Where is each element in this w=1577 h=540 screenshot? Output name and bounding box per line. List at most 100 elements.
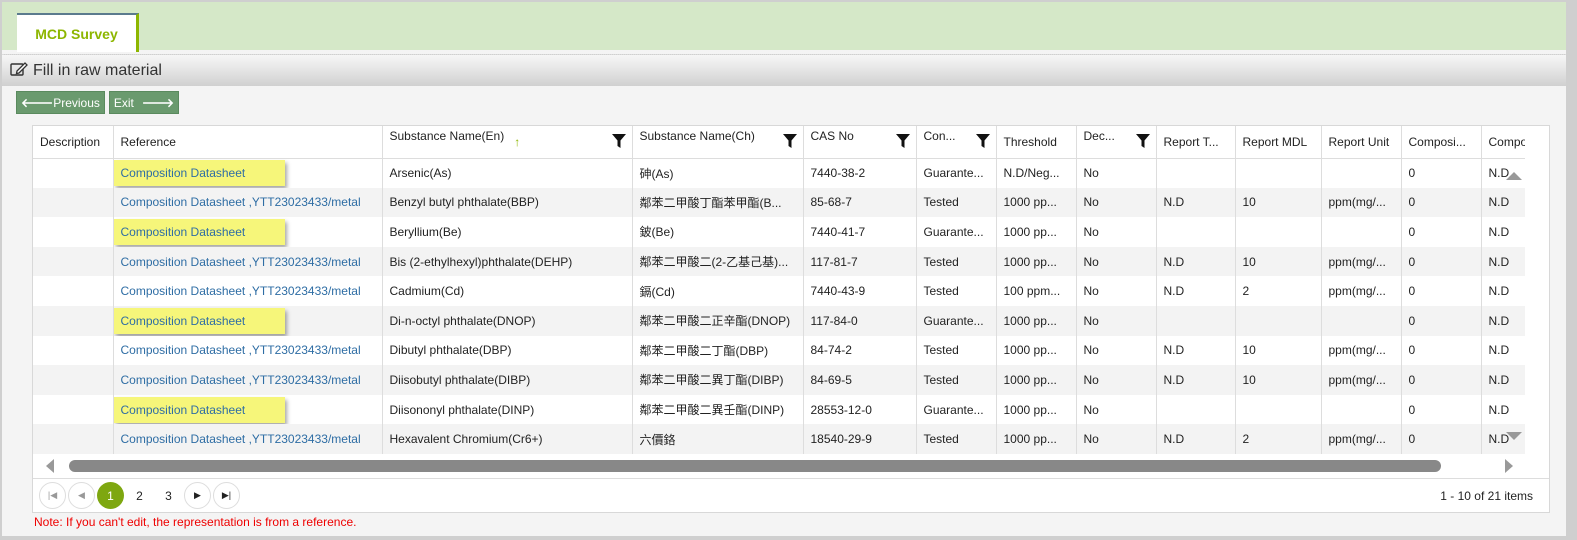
reference-link[interactable]: Composition Datasheet	[113, 218, 286, 245]
table-row[interactable]: Composition Datasheet Beryllium(Be) 鈹(Be) 7…	[33, 217, 1525, 247]
horizontal-scrollbar[interactable]	[33, 454, 1525, 478]
cell-composi: 0	[1401, 276, 1482, 306]
cell-name-en: Diisononyl phthalate(DINP)	[382, 394, 633, 425]
column-header[interactable]: CAS No	[803, 126, 917, 159]
column-header[interactable]: Con...	[916, 126, 997, 159]
cell-name-en: Benzyl butyl phthalate(BBP)	[382, 187, 633, 218]
column-header[interactable]: Dec...	[1076, 126, 1157, 159]
cell-description	[33, 246, 114, 277]
cell-reference: Composition Datasheet ,YTT23023433/metal	[113, 335, 383, 366]
tab-mcd-survey[interactable]: MCD Survey	[17, 13, 139, 52]
substance-grid: Description Reference Substance Name(En) ↑ S…	[32, 125, 1550, 513]
table-row[interactable]: Composition Datasheet ,YTT23023433/metal…	[33, 335, 1525, 366]
column-header[interactable]: Composi...	[1401, 126, 1482, 159]
last-page-button[interactable]: ▶|	[213, 482, 240, 509]
page-title: Fill in raw material	[33, 61, 162, 79]
filter-icon[interactable]	[782, 134, 797, 148]
table-row[interactable]: Composition Datasheet ,YTT23023433/metal…	[33, 187, 1525, 218]
cell-report-unit: ppm(mg/...	[1321, 276, 1402, 306]
cell-composi: 0	[1401, 335, 1482, 366]
table-row[interactable]: Composition Datasheet ,YTT23023433/metal…	[33, 276, 1525, 306]
column-header-label: CAS No	[810, 128, 854, 143]
column-header[interactable]: Reference	[113, 126, 383, 159]
cell-report-unit: ppm(mg/...	[1321, 246, 1402, 277]
reference-link[interactable]: Composition Datasheet ,YTT23023433/metal	[121, 255, 361, 269]
cell-composi: 0	[1401, 187, 1482, 218]
arrow-right-icon: 🡒	[141, 96, 175, 110]
scroll-left-icon[interactable]	[46, 459, 54, 473]
column-header[interactable]: Substance Name(En) ↑	[382, 126, 633, 159]
cell-description	[33, 424, 114, 454]
page-1-button[interactable]: 1	[97, 482, 124, 509]
cell-report-t: N.D	[1156, 276, 1236, 306]
scroll-up-icon[interactable]	[1506, 172, 1522, 180]
scroll-down-icon[interactable]	[1506, 432, 1522, 440]
cell-report-t	[1156, 394, 1236, 425]
filter-icon[interactable]	[975, 134, 990, 148]
reference-link[interactable]: Composition Datasheet ,YTT23023433/metal	[121, 195, 361, 209]
cell-composi: 0	[1401, 365, 1482, 395]
column-header-label: Substance Name(Ch)	[639, 128, 755, 143]
page-3-button[interactable]: 3	[155, 482, 182, 509]
table-row[interactable]: Composition Datasheet ,YTT23023433/metal…	[33, 246, 1525, 277]
cell-dec: No	[1076, 276, 1157, 306]
column-header-label: Report T...	[1163, 135, 1219, 150]
previous-label: Previous	[53, 95, 100, 110]
previous-button[interactable]: 🡐 Previous	[16, 91, 105, 114]
column-header[interactable]: Report Unit	[1321, 126, 1402, 159]
column-header[interactable]: Compo	[1481, 126, 1525, 159]
reference-link[interactable]: Composition Datasheet ,YTT23023433/metal	[121, 284, 361, 298]
column-header[interactable]: Description	[33, 126, 114, 159]
table-row[interactable]: Composition Datasheet ,YTT23023433/metal…	[33, 424, 1525, 454]
table-row[interactable]: Composition Datasheet Arsenic(As) 砷(As) 744…	[33, 158, 1525, 188]
filter-icon[interactable]	[895, 134, 910, 148]
cell-description	[33, 187, 114, 218]
vertical-scrollbar[interactable]	[1501, 158, 1525, 454]
reference-link[interactable]: Composition Datasheet ,YTT23023433/metal	[121, 373, 361, 387]
cell-name-ch: 鎘(Cd)	[632, 276, 804, 306]
table-row[interactable]: Composition Datasheet Di-n-octyl phthalat…	[33, 305, 1525, 336]
cell-threshold: 1000 pp...	[996, 217, 1077, 247]
reference-link[interactable]: Composition Datasheet	[113, 160, 286, 187]
cell-description	[33, 394, 114, 425]
reference-link[interactable]: Composition Datasheet ,YTT23023433/metal	[121, 343, 361, 357]
filter-icon[interactable]	[611, 134, 626, 148]
column-header[interactable]: Report T...	[1156, 126, 1236, 159]
cell-threshold: N.D/Neg...	[996, 158, 1077, 188]
table-row[interactable]: Composition Datasheet Diisononyl phthalat…	[33, 394, 1525, 425]
cell-composi: 0	[1401, 305, 1482, 336]
table-row[interactable]: Composition Datasheet ,YTT23023433/metal…	[33, 365, 1525, 395]
filter-icon[interactable]	[1135, 134, 1150, 148]
column-header[interactable]: Substance Name(Ch)	[632, 126, 804, 159]
header-row: Description Reference Substance Name(En) ↑ S…	[33, 126, 1525, 159]
column-header[interactable]: Threshold	[996, 126, 1077, 159]
scrollbar-thumb[interactable]	[69, 460, 1441, 472]
cell-report-mdl: 10	[1235, 365, 1322, 395]
cell-report-t	[1156, 305, 1236, 336]
cell-name-ch: 鄰苯二甲酸二(2-乙基己基)...	[632, 246, 804, 277]
cell-threshold: 1000 pp...	[996, 246, 1077, 277]
cell-con: Tested	[916, 365, 997, 395]
cell-cas: 28553-12-0	[803, 394, 917, 425]
reference-link[interactable]: Composition Datasheet	[113, 396, 286, 423]
cell-name-en: Hexavalent Chromium(Cr6+)	[382, 424, 633, 454]
column-header[interactable]: Report MDL	[1235, 126, 1322, 159]
section-header: Fill in raw material	[2, 54, 1566, 86]
exit-button[interactable]: Exit 🡒	[108, 91, 180, 114]
reference-link[interactable]: Composition Datasheet ,YTT23023433/metal	[121, 432, 361, 446]
cell-report-unit: ppm(mg/...	[1321, 187, 1402, 218]
cell-report-t: N.D	[1156, 365, 1236, 395]
cell-name-ch: 鄰苯二甲酸丁酯苯甲酯(B...	[632, 187, 804, 218]
cell-threshold: 1000 pp...	[996, 424, 1077, 454]
cell-report-t: N.D	[1156, 246, 1236, 277]
first-page-button[interactable]: |◀	[39, 482, 66, 509]
next-page-button[interactable]: ▶	[184, 482, 211, 509]
prev-page-button[interactable]: ◀	[68, 482, 95, 509]
cell-cas: 18540-29-9	[803, 424, 917, 454]
cell-description	[33, 365, 114, 395]
cell-report-t: N.D	[1156, 424, 1236, 454]
page-2-button[interactable]: 2	[126, 482, 153, 509]
cell-cas: 117-84-0	[803, 305, 917, 336]
reference-link[interactable]: Composition Datasheet	[113, 307, 286, 334]
scroll-right-icon[interactable]	[1505, 459, 1513, 473]
